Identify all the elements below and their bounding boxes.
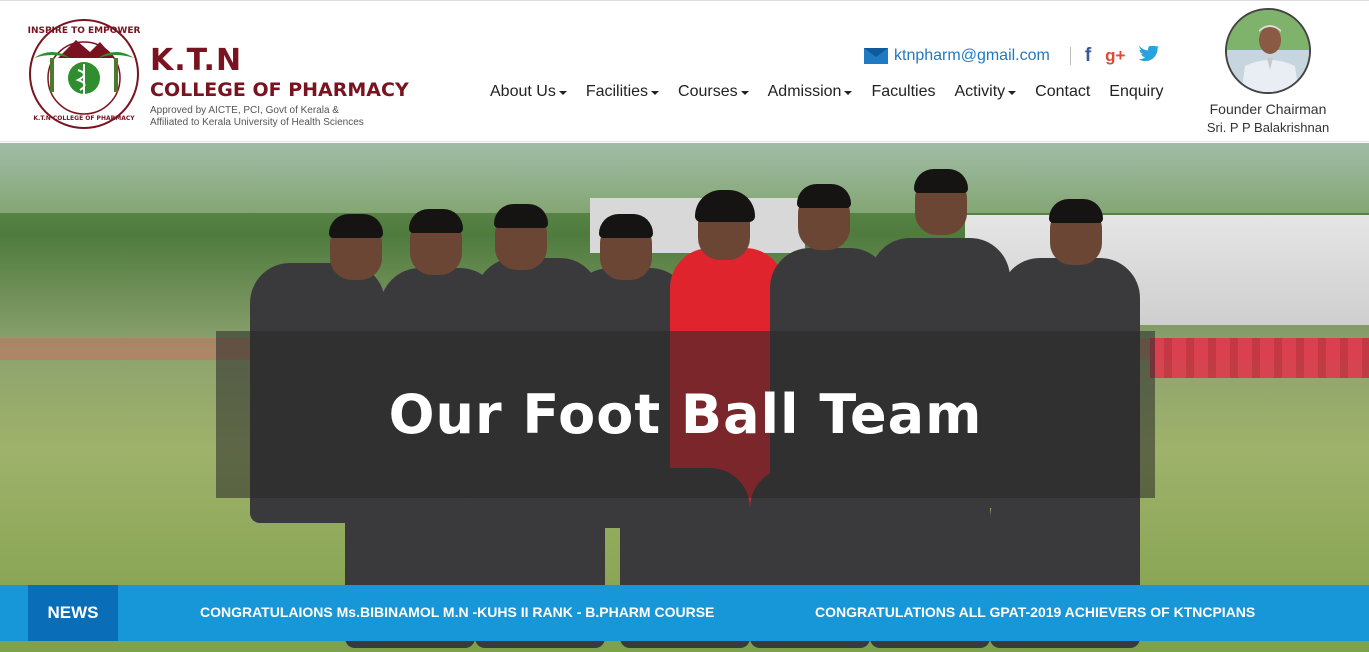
caret-down-icon — [740, 91, 749, 95]
slide-caption-text: Our Foot Ball Team — [388, 383, 983, 446]
caret-down-icon — [1008, 91, 1017, 95]
divider — [1069, 47, 1071, 65]
nav-activity[interactable]: Activity — [954, 81, 1017, 103]
college-name-subtitle[interactable]: COLLEGE OF PHARMACY — [150, 79, 409, 101]
chairman-role: Founder Chairman — [1209, 101, 1327, 117]
player-hair — [797, 184, 851, 208]
player-hair — [1049, 199, 1103, 223]
slide-caption: Our Foot Ball Team — [216, 331, 1155, 498]
college-name-title[interactable]: K.T.N — [150, 43, 242, 78]
player-hair — [914, 169, 968, 193]
nav-facilities-label: Facilities — [585, 83, 649, 100]
nav-enquiry[interactable]: Enquiry — [1109, 81, 1163, 103]
news-ticker: NEWS CONGRATULAIONS Ms.BIBINAMOL M.N -KU… — [0, 585, 1369, 641]
facebook-icon[interactable]: f — [1085, 45, 1091, 67]
caret-down-icon — [844, 91, 853, 95]
chairman-name: Sri. P P Balakrishnan — [1206, 120, 1330, 135]
main-nav: About Us Facilities Courses Admission Fa… — [490, 81, 1183, 103]
google-plus-icon[interactable]: g+ — [1105, 46, 1125, 66]
player-hair — [329, 214, 383, 238]
hero-slider[interactable]: Our Foot Ball Team — [0, 143, 1369, 652]
nav-faculties-label: Faculties — [871, 83, 936, 100]
approval-line-1: Approved by AICTE, PCI, Govt of Kerala & — [150, 105, 339, 116]
nav-activity-label: Activity — [954, 83, 1006, 100]
nav-admission-label: Admission — [767, 83, 842, 100]
nav-admission[interactable]: Admission — [768, 81, 853, 103]
player-hair — [599, 214, 653, 238]
site-header: INSPIRE TO EMPOWER K.T.N COLLEGE OF PHAR… — [0, 0, 1369, 142]
chairman-photo — [1225, 8, 1311, 94]
mail-icon — [864, 48, 888, 64]
player-hair — [695, 190, 755, 222]
logo-college-name: K.T.N COLLEGE OF PHARMACY — [33, 115, 135, 122]
contact-row: ktnpharm@gmail.com f g+ — [864, 44, 1160, 67]
caret-down-icon — [558, 91, 567, 95]
logo-motto: INSPIRE TO EMPOWER — [28, 26, 140, 36]
approval-text: Approved by AICTE, PCI, Govt of Kerala &… — [150, 105, 410, 129]
college-logo[interactable]: INSPIRE TO EMPOWER K.T.N COLLEGE OF PHAR… — [28, 18, 140, 130]
player-hair — [494, 204, 548, 228]
nav-contact[interactable]: Contact — [1035, 81, 1090, 103]
nav-about-us-label: About Us — [490, 83, 556, 100]
news-item[interactable]: CONGRATULATIONS ALL GPAT-2019 ACHIEVERS … — [815, 604, 1255, 620]
social-links: f g+ — [1085, 44, 1160, 67]
news-item[interactable]: CONGRATULAIONS Ms.BIBINAMOL M.N -KUHS II… — [200, 604, 714, 620]
nav-enquiry-label: Enquiry — [1109, 83, 1164, 100]
nav-courses-label: Courses — [678, 83, 738, 100]
nav-courses[interactable]: Courses — [678, 81, 749, 103]
nav-faculties[interactable]: Faculties — [871, 81, 935, 103]
player-hair — [409, 209, 463, 233]
nav-facilities[interactable]: Facilities — [585, 81, 660, 103]
hero-chairs — [1150, 338, 1369, 378]
nav-about-us[interactable]: About Us — [490, 81, 567, 103]
nav-contact-label: Contact — [1035, 83, 1091, 100]
email-link[interactable]: ktnpharm@gmail.com — [894, 47, 1050, 65]
twitter-icon[interactable] — [1138, 44, 1160, 67]
approval-line-2: Affiliated to Kerala University of Healt… — [150, 117, 364, 128]
news-label: NEWS — [28, 585, 118, 641]
caret-down-icon — [651, 91, 660, 95]
